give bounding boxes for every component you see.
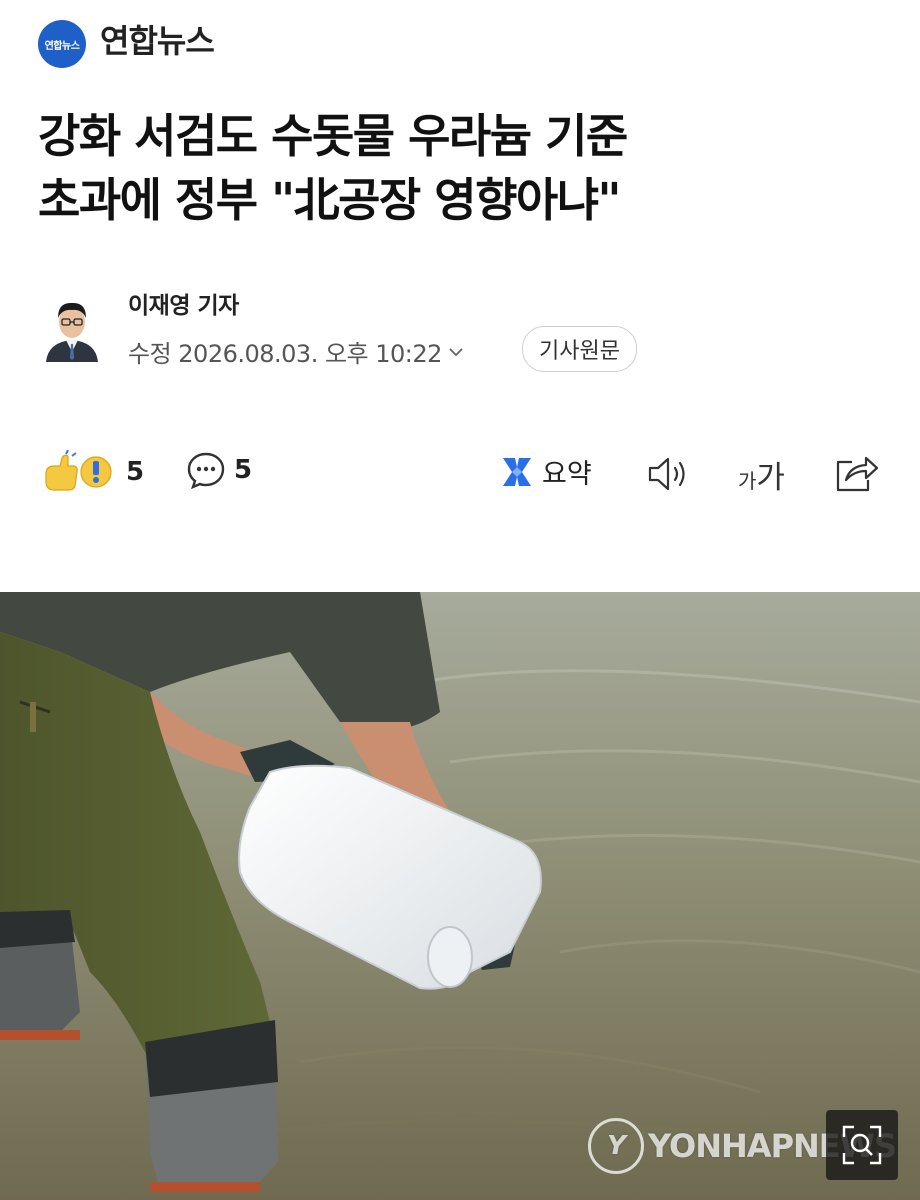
article-photo[interactable] [0, 592, 920, 1200]
article-date[interactable]: 수정 2026.08.03. 오후 10:22 [128, 334, 464, 369]
press-name[interactable]: 연합뉴스 [100, 20, 215, 62]
photo-illustration [0, 592, 920, 1200]
comment-count: 5 [234, 455, 253, 485]
photo-zoom-button[interactable] [826, 1110, 898, 1180]
reaction-emoji-icon [45, 450, 112, 491]
reaction-count: 5 [126, 457, 145, 487]
zoom-icon [842, 1125, 882, 1165]
summary-button[interactable]: 요약 [500, 452, 592, 491]
page-title: 강화 서검도 수돗물 우라늄 기준 초과에 정부 "北공장 영향아냐" [38, 104, 898, 232]
press-logo-icon[interactable]: 연합뉴스 [38, 20, 86, 68]
original-article-label: 기사원문 [539, 339, 620, 364]
watermark-seal-icon: Y [588, 1118, 644, 1174]
speaker-icon [648, 457, 685, 491]
share-button[interactable] [834, 452, 880, 498]
title-line-2: 초과에 정부 "北공장 영향아냐" [38, 173, 622, 227]
chevron-down-icon [449, 347, 463, 356]
author-name[interactable]: 이재영 기자 [128, 286, 239, 320]
original-article-button[interactable]: 기사원문 [522, 326, 637, 372]
date-text: 수정 2026.08.03. 오후 10:22 [128, 340, 442, 368]
title-line-1: 강화 서검도 수돗물 우라늄 기준 [38, 109, 628, 163]
press-logo-text: 연합뉴스 [44, 40, 80, 52]
font-small-glyph: 가 [738, 469, 757, 493]
ai-summary-icon [503, 457, 531, 486]
avatar[interactable] [42, 292, 102, 362]
reaction-button[interactable]: 5 [42, 450, 144, 494]
summary-label: 요약 [542, 459, 592, 490]
comment-button[interactable]: 5 [186, 450, 252, 490]
text-to-speech-button[interactable] [646, 454, 692, 498]
font-size-icon: 가가 [738, 460, 785, 496]
comment-bubble-icon [187, 452, 225, 490]
share-icon [836, 456, 879, 492]
font-big-glyph: 가 [756, 460, 785, 496]
font-size-button[interactable]: 가가 [738, 452, 785, 497]
